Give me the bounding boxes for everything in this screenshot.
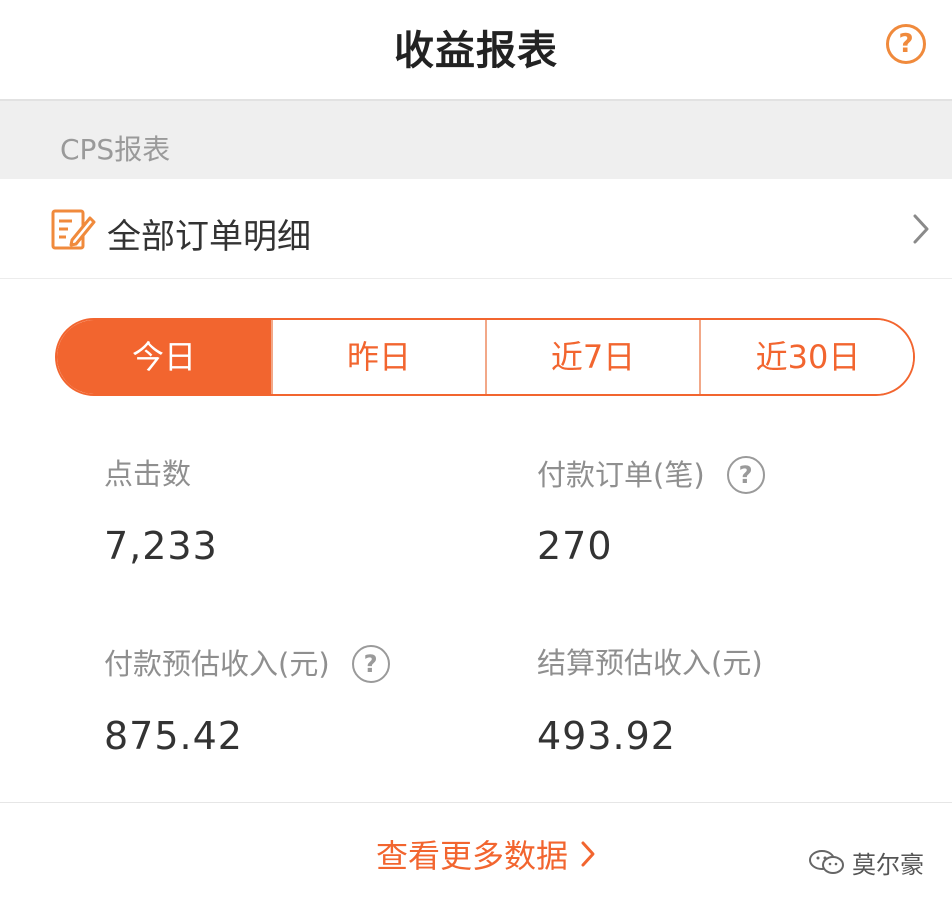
chevron-right-icon bbox=[581, 841, 595, 867]
order-detail-row[interactable]: 全部订单明细 bbox=[0, 180, 952, 279]
chevron-right-icon bbox=[913, 214, 929, 244]
tab-last-30-days[interactable]: 近30日 bbox=[699, 320, 913, 394]
tab-yesterday[interactable]: 昨日 bbox=[271, 320, 485, 394]
page-title: 收益报表 bbox=[394, 28, 558, 74]
tab-today[interactable]: 今日 bbox=[57, 320, 271, 394]
settled-estimated-income-label-text: 结算预估收入(元) bbox=[537, 646, 763, 680]
tab-last-7-days[interactable]: 近7日 bbox=[485, 320, 699, 394]
paid-estimated-income-label-text: 付款预估收入(元) bbox=[104, 647, 330, 681]
watermark-text: 莫尔豪 bbox=[852, 850, 924, 879]
order-list-icon bbox=[51, 209, 96, 250]
help-icon[interactable]: ? bbox=[351, 645, 390, 683]
view-more-data-link[interactable]: 查看更多数据 bbox=[376, 834, 596, 875]
wechat-icon bbox=[809, 850, 844, 874]
settled-estimated-income-label: 结算预估收入(元) bbox=[537, 645, 763, 681]
clicks-value: 7,233 bbox=[104, 524, 218, 568]
watermark: 莫尔豪 bbox=[808, 846, 924, 879]
section-header: CPS报表 bbox=[0, 101, 952, 179]
paid-orders-label-text: 付款订单(笔) bbox=[537, 458, 705, 492]
date-range-tabs: 今日 昨日 近7日 近30日 bbox=[55, 318, 915, 396]
paid-orders-label: 付款订单(笔) ? bbox=[537, 456, 765, 494]
divider bbox=[0, 802, 952, 803]
header-bar: 收益报表 ? bbox=[0, 0, 952, 101]
clicks-label-text: 点击数 bbox=[104, 457, 192, 491]
section-title: CPS报表 bbox=[60, 133, 171, 166]
paid-orders-value: 270 bbox=[537, 524, 613, 568]
clicks-label: 点击数 bbox=[104, 456, 191, 492]
help-icon[interactable]: ? bbox=[726, 456, 765, 494]
paid-estimated-income-label: 付款预估收入(元) ? bbox=[104, 645, 390, 683]
settled-estimated-income-value: 493.92 bbox=[537, 714, 676, 758]
help-icon[interactable]: ? bbox=[886, 24, 926, 64]
order-detail-label: 全部订单明细 bbox=[107, 217, 311, 257]
paid-estimated-income-value: 875.42 bbox=[104, 714, 243, 758]
view-more-data-label: 查看更多数据 bbox=[376, 837, 569, 875]
